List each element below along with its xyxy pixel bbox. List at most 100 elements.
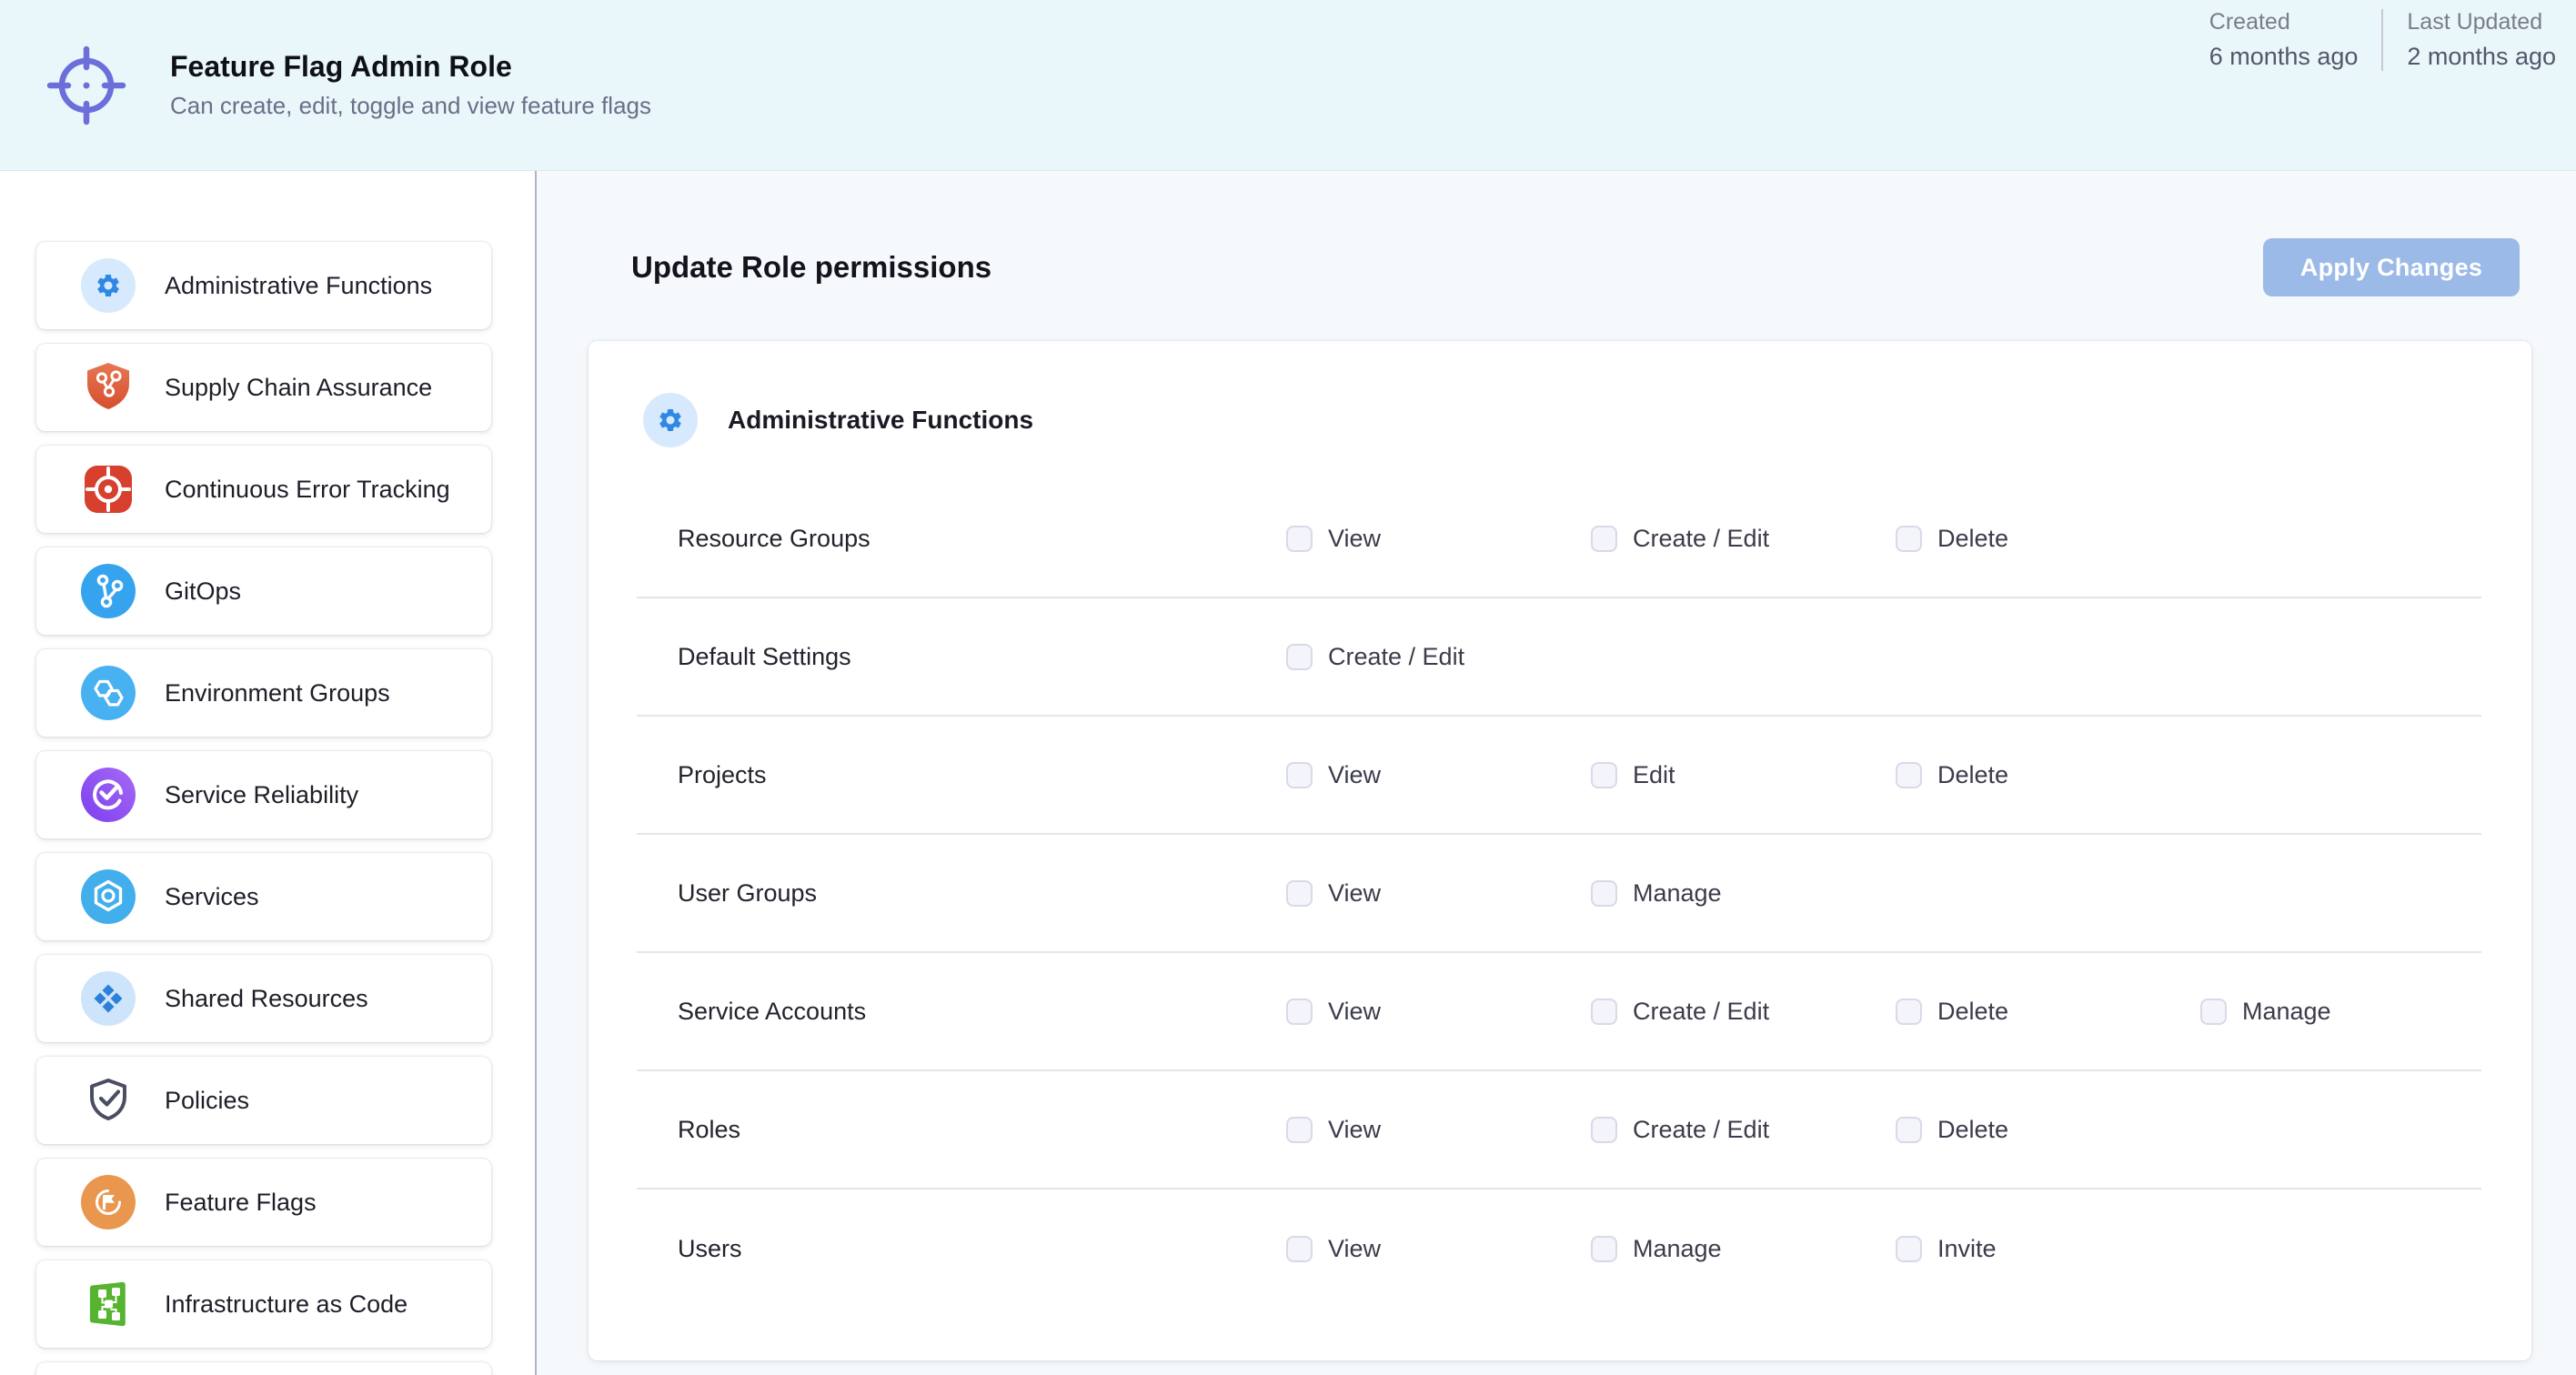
resource-label: Resource Groups	[678, 525, 1286, 553]
shield-check-icon	[79, 1071, 137, 1129]
sidebar-item-administrative-functions[interactable]: Administrative Functions	[36, 242, 491, 329]
sidebar-item-label: Environment Groups	[165, 679, 390, 708]
sidebar-item-label: Continuous Error Tracking	[165, 476, 450, 504]
view-checkbox[interactable]	[1286, 762, 1313, 788]
sidebar-item-label: Administrative Functions	[165, 272, 432, 300]
shield-graph-icon	[79, 358, 137, 417]
view-checkbox[interactable]	[1286, 1117, 1313, 1143]
delete-checkbox[interactable]	[1896, 762, 1922, 788]
permission-cell: Edit	[1591, 761, 1896, 789]
content: Administrative Functions Supply Chain As…	[0, 171, 2576, 1375]
create-edit-checkbox[interactable]	[1591, 1117, 1617, 1143]
create-edit-checkbox[interactable]	[1591, 999, 1617, 1025]
permission-row-roles: Roles View Create / Edit Delete	[637, 1071, 2481, 1189]
permission-label[interactable]: Create / Edit	[1633, 525, 1769, 553]
meta-value: 6 months ago	[2209, 43, 2359, 71]
sidebar-item-shared-resources[interactable]: Shared Resources	[36, 955, 491, 1042]
page-title: Update Role permissions	[631, 250, 991, 285]
sidebar-item-environment-groups[interactable]: Environment Groups	[36, 649, 491, 737]
role-meta: Created 6 months ago Last Updated 2 mont…	[2209, 0, 2556, 71]
permission-label[interactable]: Create / Edit	[1633, 998, 1769, 1026]
apply-changes-button[interactable]: Apply Changes	[2263, 238, 2520, 296]
permission-cell: Manage	[1591, 879, 1896, 908]
permission-label[interactable]: View	[1328, 1116, 1381, 1144]
resource-label: Roles	[678, 1116, 1286, 1144]
view-checkbox[interactable]	[1286, 880, 1313, 907]
delete-checkbox[interactable]	[1896, 526, 1922, 552]
gear-icon	[641, 391, 699, 449]
permission-label[interactable]: Delete	[1937, 761, 2008, 789]
permission-cell: Delete	[1896, 761, 2200, 789]
target-square-icon	[79, 460, 137, 518]
hexagon-icon	[79, 868, 137, 926]
permission-cell: Delete	[1896, 525, 2200, 553]
sidebar-item-label: Supply Chain Assurance	[165, 374, 432, 402]
crosshair-icon	[41, 40, 132, 131]
sidebar-item-continuous-error-tracking[interactable]: Continuous Error Tracking	[36, 446, 491, 533]
permission-label[interactable]: Invite	[1937, 1235, 1997, 1263]
permission-row-projects: Projects View Edit Delete	[637, 717, 2481, 835]
permission-cell: View	[1286, 998, 1591, 1026]
permission-label[interactable]: Manage	[2242, 998, 2331, 1026]
permission-label[interactable]: View	[1328, 1235, 1381, 1263]
manage-checkbox[interactable]	[1591, 880, 1617, 907]
permission-cell: Invite	[1896, 1235, 2200, 1263]
permission-label[interactable]: Delete	[1937, 525, 2008, 553]
view-checkbox[interactable]	[1286, 999, 1313, 1025]
sidebar-item-infrastructure-as-code[interactable]: Infrastructure as Code	[36, 1260, 491, 1348]
permission-cell: Manage	[2200, 998, 2481, 1026]
modules-sidebar: Administrative Functions Supply Chain As…	[0, 171, 537, 1375]
permission-label[interactable]: Delete	[1937, 998, 2008, 1026]
hexagons-icon	[79, 664, 137, 722]
permission-label[interactable]: Delete	[1937, 1116, 2008, 1144]
permission-label[interactable]: View	[1328, 525, 1381, 553]
edit-checkbox[interactable]	[1591, 762, 1617, 788]
sidebar-item-feature-flags[interactable]: Feature Flags	[36, 1159, 491, 1246]
diamonds-icon	[79, 969, 137, 1028]
manage-checkbox[interactable]	[1591, 1236, 1617, 1262]
permissions-main: Update Role permissions Apply Changes Ad…	[537, 171, 2576, 1375]
main-header: Update Role permissions Apply Changes	[537, 171, 2576, 296]
delete-checkbox[interactable]	[1896, 999, 1922, 1025]
sidebar-item-services[interactable]: Services	[36, 853, 491, 940]
sidebar-item-partial[interactable]	[36, 1362, 491, 1375]
role-header: Feature Flag Admin Role Can create, edit…	[0, 0, 2576, 171]
permission-label[interactable]: Manage	[1633, 1235, 1722, 1263]
permission-cell: Create / Edit	[1591, 998, 1896, 1026]
section-header: Administrative Functions	[589, 341, 2531, 449]
sidebar-item-gitops[interactable]: GitOps	[36, 547, 491, 635]
sidebar-item-policies[interactable]: Policies	[36, 1057, 491, 1144]
sidebar-item-label: Service Reliability	[165, 781, 358, 809]
sidebar-item-label: GitOps	[165, 577, 241, 606]
permission-cell: Delete	[1896, 998, 2200, 1026]
permission-label[interactable]: Edit	[1633, 761, 1675, 789]
role-text: Feature Flag Admin Role Can create, edit…	[170, 50, 651, 120]
permission-label[interactable]: View	[1328, 879, 1381, 908]
sidebar-item-service-reliability[interactable]: Service Reliability	[36, 751, 491, 838]
create-edit-checkbox[interactable]	[1286, 644, 1313, 670]
iac-icon	[79, 1275, 137, 1333]
permission-label[interactable]: Create / Edit	[1328, 643, 1464, 671]
meta-label: Last Updated	[2407, 9, 2556, 35]
meta-value: 2 months ago	[2407, 43, 2556, 71]
view-checkbox[interactable]	[1286, 1236, 1313, 1262]
delete-checkbox[interactable]	[1896, 1117, 1922, 1143]
permission-label[interactable]: View	[1328, 998, 1381, 1026]
permission-label[interactable]: Create / Edit	[1633, 1116, 1769, 1144]
view-checkbox[interactable]	[1286, 526, 1313, 552]
gear-icon	[79, 256, 137, 315]
permission-row-user-groups: User Groups View Manage	[637, 835, 2481, 953]
manage-checkbox[interactable]	[2200, 999, 2227, 1025]
create-edit-checkbox[interactable]	[1591, 526, 1617, 552]
sidebar-item-supply-chain-assurance[interactable]: Supply Chain Assurance	[36, 344, 491, 431]
permission-cell: View	[1286, 1116, 1591, 1144]
permission-row-resource-groups: Resource Groups View Create / Edit Delet…	[637, 480, 2481, 598]
sidebar-item-label: Infrastructure as Code	[165, 1290, 408, 1319]
permission-label[interactable]: Manage	[1633, 879, 1722, 908]
permission-label[interactable]: View	[1328, 761, 1381, 789]
meta-label: Created	[2209, 9, 2359, 35]
sidebar-item-label: Services	[165, 883, 259, 911]
invite-checkbox[interactable]	[1896, 1236, 1922, 1262]
role-title: Feature Flag Admin Role	[170, 50, 651, 84]
resource-label: Users	[678, 1235, 1286, 1263]
